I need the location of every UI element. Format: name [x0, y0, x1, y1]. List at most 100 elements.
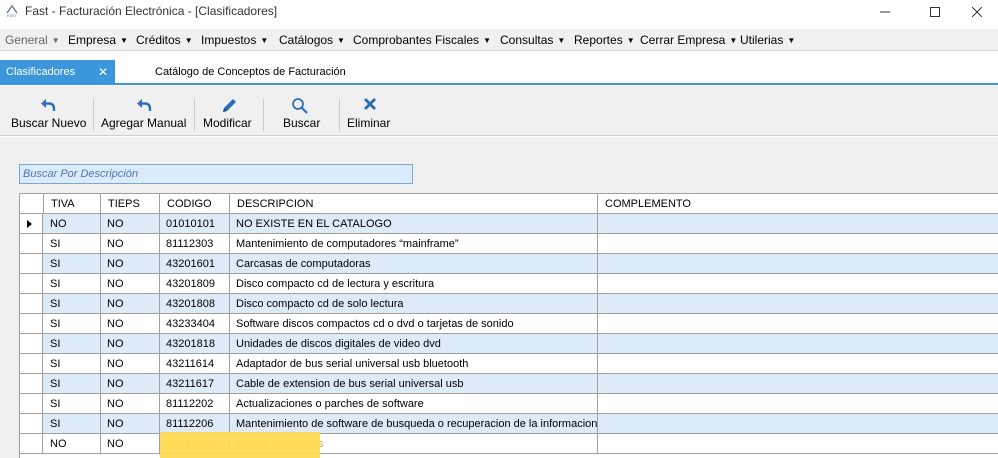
table-row[interactable]: SI NO 43201818 Unidades de discos digitales… — [20, 334, 998, 354]
cell-complemento[interactable] — [598, 294, 998, 313]
cell-descripcion[interactable]: Unidades de discos digitales de video dv… — [230, 334, 598, 353]
minimize-button[interactable] — [862, 0, 908, 24]
cell-complemento[interactable] — [598, 234, 998, 253]
cell-complemento[interactable] — [598, 214, 998, 233]
row-selector[interactable] — [20, 394, 43, 413]
cell-descripcion[interactable]: Mantenimiento de software de busqueda o … — [230, 414, 598, 433]
cell-complemento[interactable] — [598, 434, 998, 453]
cell-complemento[interactable] — [598, 274, 998, 293]
cell-tieps[interactable]: NO — [101, 374, 160, 393]
column-header-complemento[interactable]: COMPLEMENTO — [598, 194, 998, 214]
menu-comprobantes-fiscales[interactable]: Comprobantes Fiscales ▼ — [353, 33, 491, 47]
cell-tiva[interactable]: SI — [44, 414, 101, 433]
buscar-nuevo-button[interactable]: Buscar Nuevo — [0, 86, 96, 136]
menu-empresa[interactable]: Empresa ▼ — [68, 33, 128, 47]
row-selector[interactable] — [20, 254, 43, 273]
table-row[interactable]: SI NO 43201601 Carcasas de computadoras — [20, 254, 998, 274]
cell-tieps[interactable]: NO — [101, 394, 160, 413]
tab-close-icon[interactable]: ✕ — [98, 65, 108, 79]
cell-tieps[interactable]: NO — [101, 234, 160, 253]
cell-codigo[interactable]: 01010101 — [160, 214, 230, 233]
search-input[interactable] — [19, 164, 413, 184]
table-row[interactable]: SI NO 43211617 Cable de extension de bus se… — [20, 374, 998, 394]
row-selector[interactable] — [20, 334, 43, 353]
cell-tieps[interactable]: NO — [101, 334, 160, 353]
cell-tieps[interactable]: NO — [101, 214, 160, 233]
cell-tiva[interactable]: SI — [44, 234, 101, 253]
cell-descripcion[interactable]: Adaptador de bus serial universal usb bl… — [230, 354, 598, 373]
cell-tiva[interactable]: SI — [44, 314, 101, 333]
row-selector[interactable] — [20, 414, 43, 433]
menu-consultas[interactable]: Consultas ▼ — [500, 33, 565, 47]
cell-descripcion[interactable]: Disco compacto cd de lectura y escritura — [230, 274, 598, 293]
cell-tieps[interactable]: NO — [101, 294, 160, 313]
row-selector[interactable] — [20, 434, 43, 453]
menu-creditos[interactable]: Créditos ▼ — [136, 33, 193, 47]
cell-tieps[interactable]: NO — [101, 354, 160, 373]
maximize-button[interactable] — [912, 0, 958, 24]
tab-catalogo-conceptos[interactable]: Catálogo de Conceptos de Facturación — [155, 66, 346, 78]
cell-codigo[interactable]: 81112206 — [160, 414, 230, 433]
row-selector[interactable] — [20, 374, 43, 393]
cell-tieps[interactable]: NO — [101, 414, 160, 433]
eliminar-button[interactable]: Eliminar — [341, 86, 401, 136]
table-row[interactable]: SI NO 43201808 Disco compacto cd de solo le… — [20, 294, 998, 314]
column-header-tiva[interactable]: TIVA — [44, 194, 101, 214]
cell-tiva[interactable]: SI — [44, 294, 101, 313]
cell-descripcion[interactable]: Mantenimiento de computadores “mainframe… — [230, 234, 598, 253]
agregar-manual-button[interactable]: Agregar Manual — [96, 86, 194, 136]
cell-descripcion[interactable]: Carcasas de computadoras — [230, 254, 598, 273]
cell-tieps[interactable]: NO — [101, 314, 160, 333]
cell-tiva[interactable]: NO — [44, 214, 101, 233]
cell-descripcion[interactable]: Disco compacto cd de solo lectura — [230, 294, 598, 313]
cell-complemento[interactable] — [598, 314, 998, 333]
buscar-button[interactable]: Buscar — [265, 86, 338, 136]
row-selector[interactable] — [20, 214, 43, 233]
tab-clasificadores[interactable]: Clasificadores ✕ — [0, 60, 115, 84]
row-selector[interactable] — [20, 234, 43, 253]
cell-codigo[interactable]: 43201809 — [160, 274, 230, 293]
row-selector[interactable] — [20, 294, 43, 313]
menu-impuestos[interactable]: Impuestos ▼ — [201, 33, 268, 47]
cell-complemento[interactable] — [598, 354, 998, 373]
cell-descripcion[interactable]: Software discos compactos cd o dvd o tar… — [230, 314, 598, 333]
table-row[interactable]: SI NO 43211614 Adaptador de bus serial univ… — [20, 354, 998, 374]
cell-codigo[interactable]: 43233404 — [160, 314, 230, 333]
cell-complemento[interactable] — [598, 414, 998, 433]
row-selector[interactable] — [20, 314, 43, 333]
table-row[interactable]: SI NO 81112206 Mantenimiento de software de… — [20, 414, 998, 434]
row-selector[interactable] — [20, 354, 43, 373]
cell-codigo[interactable]: 43201601 — [160, 254, 230, 273]
table-row[interactable]: SI NO 81112303 Mantenimiento de computadore… — [20, 234, 998, 254]
row-selector[interactable] — [20, 274, 43, 293]
cell-codigo[interactable]: 43211614 — [160, 354, 230, 373]
cell-complemento[interactable] — [598, 394, 998, 413]
cell-tiva[interactable]: SI — [44, 354, 101, 373]
table-row[interactable]: NO NO 01010101 NO EXISTE EN EL CATALOGO — [20, 214, 998, 234]
cell-tieps[interactable]: NO — [101, 274, 160, 293]
table-row[interactable]: SI NO 43201809 Disco compacto cd de lectura… — [20, 274, 998, 294]
cell-codigo[interactable]: 81112202 — [160, 394, 230, 413]
menu-catalogos[interactable]: Catálogos ▼ — [279, 33, 345, 47]
cell-tiva[interactable]: SI — [44, 374, 101, 393]
cell-codigo[interactable]: 43201818 — [160, 334, 230, 353]
cell-tiva[interactable]: SI — [44, 334, 101, 353]
column-header-tieps[interactable]: TIEPS — [101, 194, 160, 214]
cell-complemento[interactable] — [598, 254, 998, 273]
cell-tiva[interactable]: SI — [44, 254, 101, 273]
cell-tiva[interactable]: SI — [44, 394, 101, 413]
cell-descripcion[interactable]: Actualizaciones o parches de software — [230, 394, 598, 413]
cell-tiva[interactable]: NO — [44, 434, 101, 453]
modificar-button[interactable]: Modificar — [196, 86, 262, 136]
cell-descripcion[interactable]: NO EXISTE EN EL CATALOGO — [230, 214, 598, 233]
cell-codigo[interactable]: 43211617 — [160, 374, 230, 393]
table-row[interactable]: SI NO 81112202 Actualizaciones o parches de… — [20, 394, 998, 414]
cell-codigo[interactable]: 81112303 — [160, 234, 230, 253]
menu-reportes[interactable]: Reportes ▼ — [574, 33, 635, 47]
menu-cerrar-empresa[interactable]: Cerrar Empresa ▼ — [640, 33, 737, 47]
column-header-descripcion[interactable]: DESCRIPCION — [230, 194, 598, 214]
menu-utilerias[interactable]: Utilerias ▼ — [740, 33, 795, 47]
menu-general[interactable]: General ▼ — [5, 33, 60, 47]
close-button[interactable] — [954, 0, 998, 24]
cell-tieps[interactable]: NO — [101, 434, 160, 453]
